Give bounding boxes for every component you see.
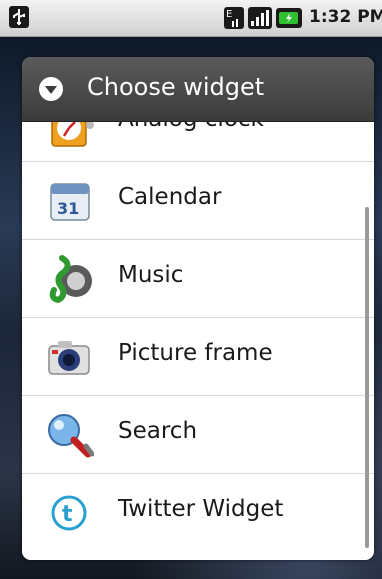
list-item-label: Twitter Widget bbox=[118, 496, 284, 522]
dropdown-arrow-icon bbox=[39, 77, 63, 101]
choose-widget-dialog: Choose widget Analog clock 31 Calendar bbox=[22, 57, 374, 560]
dialog-title: Choose widget bbox=[87, 73, 265, 101]
calendar-icon: 31 bbox=[50, 183, 90, 221]
usb-icon bbox=[9, 6, 29, 28]
list-item-label: Music bbox=[118, 262, 184, 288]
list-item-music[interactable]: Music bbox=[22, 240, 374, 318]
signal-icon bbox=[248, 7, 272, 29]
analog-clock-icon bbox=[51, 122, 94, 147]
list-item-picture-frame[interactable]: Picture frame bbox=[22, 318, 374, 396]
svg-text:E: E bbox=[226, 9, 232, 20]
list-item-twitter-widget[interactable]: t Twitter Widget bbox=[22, 474, 374, 551]
camera-icon bbox=[48, 341, 90, 375]
battery-charging-icon bbox=[276, 8, 302, 28]
svg-text:t: t bbox=[62, 502, 73, 527]
sim-icon: E bbox=[224, 7, 244, 29]
status-clock: 1:32 PM bbox=[309, 7, 382, 27]
list-item-label: Calendar bbox=[118, 184, 222, 210]
list-item-label: Search bbox=[118, 418, 198, 444]
status-bar: E 1:32 PM bbox=[0, 0, 382, 37]
list-item-calendar[interactable]: 31 Calendar bbox=[22, 162, 374, 240]
twitter-icon: t bbox=[51, 495, 87, 531]
list-item-search[interactable]: Search bbox=[22, 396, 374, 474]
scrollbar[interactable] bbox=[365, 207, 369, 548]
music-icon bbox=[49, 255, 92, 304]
svg-text:31: 31 bbox=[57, 199, 79, 218]
search-icon bbox=[48, 414, 94, 458]
list-item-analog-clock[interactable]: Analog clock bbox=[22, 122, 374, 162]
list-item-label: Analog clock bbox=[118, 122, 264, 132]
dialog-header: Choose widget bbox=[22, 57, 374, 122]
list-item-label: Picture frame bbox=[118, 340, 273, 366]
widget-list[interactable]: Analog clock 31 Calendar Music bbox=[22, 122, 374, 560]
